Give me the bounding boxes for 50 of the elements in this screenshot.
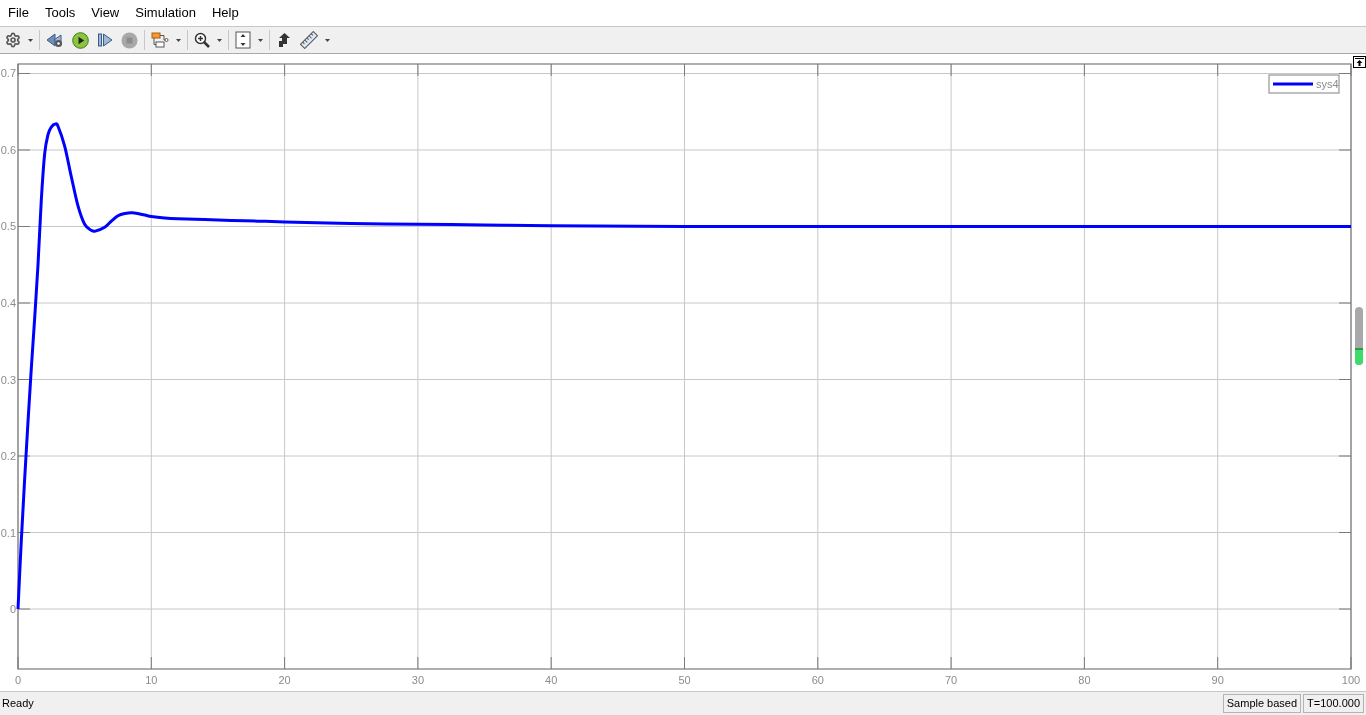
measure-button[interactable] — [298, 29, 332, 51]
menu-item[interactable]: Tools — [36, 3, 84, 23]
status-panel: Sample based — [1222, 694, 1302, 713]
play-icon — [72, 31, 89, 49]
menu-item[interactable]: Help — [203, 3, 247, 23]
tick-label: 0.6 — [0, 144, 16, 156]
tick-label: 60 — [811, 674, 824, 686]
tick-label: 80 — [1078, 674, 1091, 686]
zoom-in-icon — [194, 32, 210, 48]
caret-icon — [258, 38, 263, 42]
arrow-up-icon — [1354, 58, 1364, 66]
caret-icon — [28, 38, 33, 42]
tick-label: 70 — [944, 674, 958, 686]
stop-icon — [121, 31, 138, 49]
step-back-icon — [46, 32, 64, 48]
legend-label: sys4 — [1316, 78, 1339, 90]
tick-label: 20 — [278, 674, 291, 686]
tick-label: 10 — [145, 674, 158, 686]
menu-item[interactable]: File — [0, 3, 37, 23]
ruler-icon — [300, 31, 318, 49]
caret-icon — [217, 38, 222, 42]
tick-label: 0 — [9, 603, 16, 615]
step-forward-icon — [97, 32, 113, 48]
tick-label: 50 — [678, 674, 691, 686]
tick-label: 40 — [545, 674, 558, 686]
run-button[interactable] — [70, 29, 91, 51]
caret-icon — [325, 38, 330, 42]
tick-label: 30 — [411, 674, 424, 686]
autoscale-button[interactable] — [233, 29, 265, 51]
block-diagram-icon — [151, 32, 169, 48]
tick-label: 0.5 — [0, 220, 16, 233]
signal-select-button[interactable] — [149, 29, 183, 51]
tick-label: 0.7 — [0, 67, 16, 80]
caret-icon — [176, 38, 181, 42]
tick-label: 0 — [14, 674, 22, 686]
gear-icon — [5, 32, 21, 48]
tick-label: 0.3 — [0, 373, 16, 386]
status-text: Ready — [1, 696, 34, 712]
tick-label: 100 — [1341, 674, 1361, 686]
status-panel: T=100.000 — [1303, 694, 1364, 713]
arrows-in-box-icon — [235, 31, 251, 49]
tick-label: 0.1 — [0, 526, 16, 539]
tick-label: 0.4 — [0, 297, 16, 309]
step-arrow-icon — [276, 32, 292, 48]
level-indicator-icon — [1355, 307, 1363, 365]
tick-label: 90 — [1211, 674, 1224, 686]
menu-item[interactable]: Simulation — [127, 3, 204, 23]
undock-button[interactable] — [1352, 56, 1366, 68]
tick-label: 0.2 — [0, 450, 16, 462]
menu-item[interactable]: View — [83, 3, 128, 23]
